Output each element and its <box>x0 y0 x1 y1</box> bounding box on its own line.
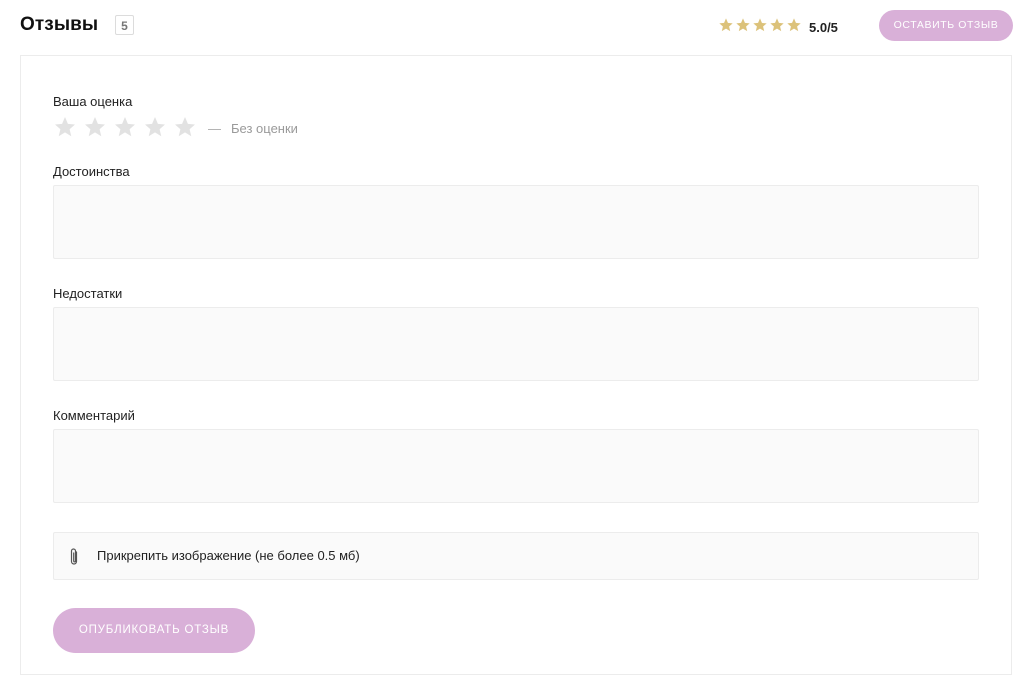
comment-label: Комментарий <box>53 408 135 423</box>
star-icon[interactable] <box>143 115 167 139</box>
rating-dash: — <box>208 121 221 136</box>
star-icon[interactable] <box>53 115 77 139</box>
cons-field[interactable] <box>53 307 979 381</box>
rating-status: Без оценки <box>231 121 298 136</box>
pros-label: Достоинства <box>53 164 130 179</box>
star-icon <box>787 18 801 32</box>
star-icon <box>736 18 750 32</box>
star-icon <box>770 18 784 32</box>
cons-label: Недостатки <box>53 286 123 301</box>
star-icon[interactable] <box>173 115 197 139</box>
rating-input[interactable] <box>53 115 197 139</box>
star-icon <box>753 18 767 32</box>
average-rating-stars <box>718 17 802 33</box>
paperclip-icon <box>70 548 78 565</box>
leave-review-button[interactable]: ОСТАВИТЬ ОТЗЫВ <box>879 10 1013 41</box>
star-icon[interactable] <box>83 115 107 139</box>
publish-review-button[interactable]: ОПУБЛИКОВАТЬ ОТЗЫВ <box>53 608 255 653</box>
star-icon <box>719 18 733 32</box>
star-icon[interactable] <box>113 115 137 139</box>
attach-image-label: Прикрепить изображение (не более 0.5 мб) <box>97 548 360 563</box>
page-title: Отзывы <box>20 14 99 35</box>
attach-image-button[interactable]: Прикрепить изображение (не более 0.5 мб) <box>53 532 979 580</box>
review-count-badge: 5 <box>115 15 134 35</box>
rating-label: Ваша оценка <box>53 94 133 109</box>
average-rating-value: 5.0/5 <box>809 20 838 35</box>
reviews-header: Отзывы 5 5.0/5 ОСТАВИТЬ ОТЗЫВ <box>0 0 1024 54</box>
comment-field[interactable] <box>53 429 979 503</box>
pros-field[interactable] <box>53 185 979 259</box>
